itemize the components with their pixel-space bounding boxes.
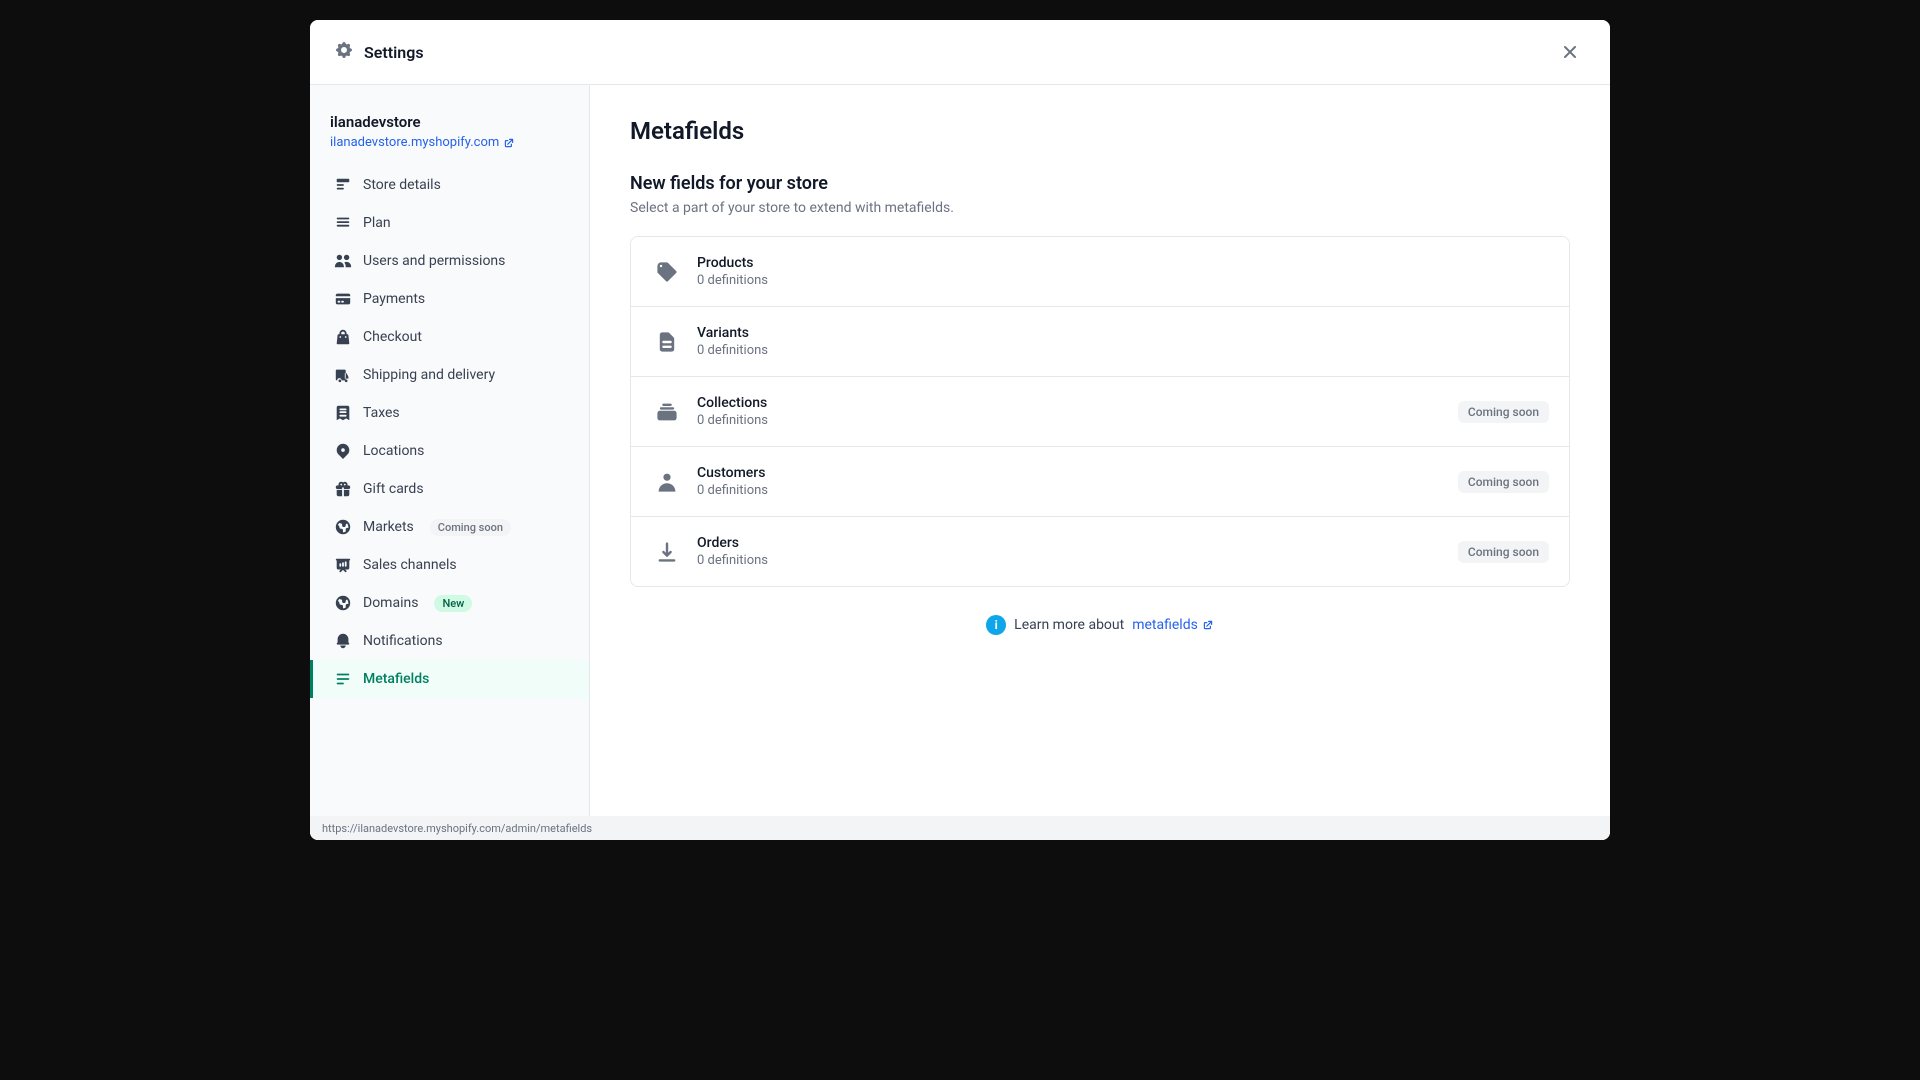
- variants-metafield-icon: [651, 326, 683, 358]
- status-url: https://ilanadevstore.myshopify.com/admi…: [322, 822, 592, 835]
- orders-metafield-icon: [651, 536, 683, 568]
- learn-more-section: i Learn more about metafields: [630, 615, 1570, 635]
- metafields-icon: [333, 669, 353, 689]
- sidebar-item-metafields[interactable]: Metafields: [310, 660, 589, 698]
- gift-icon: [333, 479, 353, 499]
- learn-more-text: Learn more about: [1014, 617, 1124, 633]
- collections-sub: 0 definitions: [697, 413, 768, 428]
- sidebar-label-payments: Payments: [363, 291, 425, 307]
- sidebar-item-notifications[interactable]: Notifications: [310, 622, 589, 660]
- sidebar-label-metafields: Metafields: [363, 671, 429, 687]
- products-label: Products: [697, 255, 768, 271]
- sidebar-item-payments[interactable]: Payments: [310, 280, 589, 318]
- customers-sub: 0 definitions: [697, 483, 768, 498]
- sidebar-item-plan[interactable]: Plan: [310, 204, 589, 242]
- sidebar-label-notifications: Notifications: [363, 633, 443, 649]
- sidebar-item-sales-channels[interactable]: Sales channels: [310, 546, 589, 584]
- variants-label: Variants: [697, 325, 768, 341]
- sales-channels-icon: [333, 555, 353, 575]
- sidebar-item-checkout[interactable]: Checkout: [310, 318, 589, 356]
- orders-coming-soon: Coming soon: [1458, 541, 1549, 563]
- sidebar-label-shipping-delivery: Shipping and delivery: [363, 367, 495, 383]
- customers-label: Customers: [697, 465, 768, 481]
- sidebar-label-sales-channels: Sales channels: [363, 557, 457, 573]
- shipping-icon: [333, 365, 353, 385]
- sidebar-label-markets: Markets: [363, 519, 414, 535]
- sidebar-item-gift-cards[interactable]: Gift cards: [310, 470, 589, 508]
- gear-icon: [334, 40, 354, 64]
- settings-sidebar: ilanadevstore ilanadevstore.myshopify.co…: [310, 85, 590, 840]
- metafield-item-products[interactable]: Products 0 definitions: [631, 237, 1569, 307]
- collections-label: Collections: [697, 395, 768, 411]
- orders-sub: 0 definitions: [697, 553, 768, 568]
- metafield-item-orders[interactable]: Orders 0 definitions Coming soon: [631, 517, 1569, 586]
- markets-icon: [333, 517, 353, 537]
- sidebar-item-locations[interactable]: Locations: [310, 432, 589, 470]
- collections-metafield-icon: [651, 396, 683, 428]
- status-bar: https://ilanadevstore.myshopify.com/admi…: [310, 816, 1610, 840]
- sidebar-label-plan: Plan: [363, 215, 391, 231]
- section-title: New fields for your store: [630, 173, 1570, 194]
- store-info: ilanadevstore ilanadevstore.myshopify.co…: [310, 105, 589, 166]
- sidebar-item-shipping-delivery[interactable]: Shipping and delivery: [310, 356, 589, 394]
- users-icon: [333, 251, 353, 271]
- orders-label: Orders: [697, 535, 768, 551]
- sidebar-label-locations: Locations: [363, 443, 424, 459]
- domains-icon: [333, 593, 353, 613]
- metafield-item-collections[interactable]: Collections 0 definitions Coming soon: [631, 377, 1569, 447]
- store-url-link[interactable]: ilanadevstore.myshopify.com: [330, 135, 569, 150]
- location-icon: [333, 441, 353, 461]
- products-sub: 0 definitions: [697, 273, 768, 288]
- main-content: Metafields New fields for your store Sel…: [590, 85, 1610, 840]
- sidebar-label-store-details: Store details: [363, 177, 441, 193]
- taxes-icon: [333, 403, 353, 423]
- domains-badge: New: [434, 595, 472, 612]
- metafields-learn-more-link[interactable]: metafields: [1132, 617, 1214, 633]
- plan-icon: [333, 213, 353, 233]
- sidebar-label-users-permissions: Users and permissions: [363, 253, 505, 269]
- sidebar-label-domains: Domains: [363, 595, 418, 611]
- sidebar-label-checkout: Checkout: [363, 329, 422, 345]
- customers-metafield-icon: [651, 466, 683, 498]
- modal-title: Settings: [364, 43, 424, 62]
- sidebar-item-domains[interactable]: Domains New: [310, 584, 589, 622]
- modal-header: Settings: [310, 20, 1610, 85]
- store-icon: [333, 175, 353, 195]
- info-icon: i: [986, 615, 1006, 635]
- variants-sub: 0 definitions: [697, 343, 768, 358]
- store-name: ilanadevstore: [330, 113, 569, 131]
- sidebar-item-store-details[interactable]: Store details: [310, 166, 589, 204]
- checkout-icon: [333, 327, 353, 347]
- customers-coming-soon: Coming soon: [1458, 471, 1549, 493]
- products-metafield-icon: [651, 256, 683, 288]
- payments-icon: [333, 289, 353, 309]
- metafield-item-variants[interactable]: Variants 0 definitions: [631, 307, 1569, 377]
- sidebar-item-taxes[interactable]: Taxes: [310, 394, 589, 432]
- sidebar-item-users-permissions[interactable]: Users and permissions: [310, 242, 589, 280]
- metafield-item-customers[interactable]: Customers 0 definitions Coming soon: [631, 447, 1569, 517]
- close-button[interactable]: [1554, 36, 1586, 68]
- metafield-list: Products 0 definitions Variants: [630, 236, 1570, 587]
- collections-coming-soon: Coming soon: [1458, 401, 1549, 423]
- section-subtitle: Select a part of your store to extend wi…: [630, 200, 1570, 216]
- sidebar-item-markets[interactable]: Markets Coming soon: [310, 508, 589, 546]
- sidebar-label-gift-cards: Gift cards: [363, 481, 424, 497]
- markets-badge: Coming soon: [430, 519, 511, 536]
- page-title: Metafields: [630, 117, 1570, 145]
- sidebar-label-taxes: Taxes: [363, 405, 400, 421]
- bell-icon: [333, 631, 353, 651]
